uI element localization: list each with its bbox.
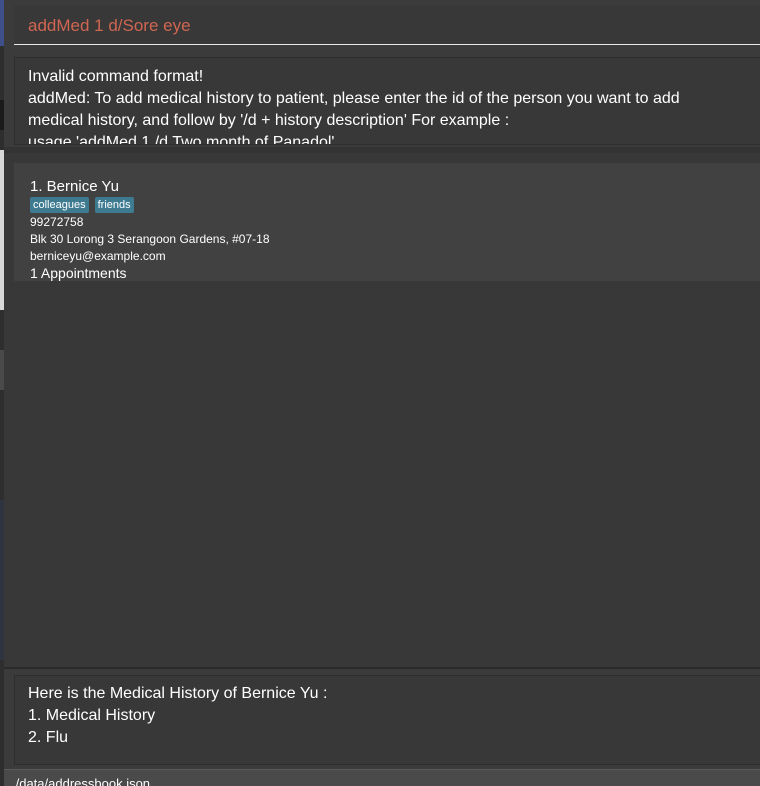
result-text: Invalid command format! addMed: To add m… xyxy=(28,66,728,145)
history-text: Here is the Medical History of Bernice Y… xyxy=(28,683,327,749)
result-line: Invalid command format! xyxy=(28,68,204,85)
command-input[interactable] xyxy=(28,16,728,36)
result-line: usage 'addMed 1 /d Two month of Panadol' xyxy=(28,134,335,145)
person-appointments: 1 Appointments xyxy=(30,265,127,281)
person-list-panel[interactable]: 1. Bernice Yu colleagues friends 9927275… xyxy=(4,153,760,667)
person-phone: 99272758 xyxy=(30,215,84,229)
edge-segment xyxy=(0,0,4,46)
result-line: addMed: To add medical history to patien… xyxy=(28,90,680,107)
edge-segment xyxy=(0,100,4,130)
panel-divider xyxy=(4,667,760,669)
result-display[interactable]: Invalid command format! addMed: To add m… xyxy=(14,57,760,145)
tag-list: colleagues friends xyxy=(30,197,134,213)
history-line: Here is the Medical History of Bernice Y… xyxy=(28,685,328,702)
result-line: medical history, and follow by '/d + his… xyxy=(28,112,510,129)
person-address: Blk 30 Lorong 3 Serangoon Gardens, #07-1… xyxy=(30,232,270,246)
person-email: berniceyu@example.com xyxy=(30,249,166,263)
status-file-path: ./data/addressbook.json xyxy=(12,776,151,786)
medical-history-display[interactable]: Here is the Medical History of Bernice Y… xyxy=(14,675,760,765)
app-window: Invalid command format! addMed: To add m… xyxy=(0,0,760,786)
person-card[interactable]: 1. Bernice Yu colleagues friends 9927275… xyxy=(14,163,760,281)
history-line: 1. Medical History xyxy=(28,707,156,724)
history-line: 2. Flu xyxy=(28,729,69,746)
status-bar: ./data/addressbook.json xyxy=(4,769,760,786)
command-box xyxy=(14,6,760,45)
tag-label: friends xyxy=(94,197,134,213)
person-name: 1. Bernice Yu xyxy=(30,178,119,195)
tag-label: colleagues xyxy=(30,197,89,213)
